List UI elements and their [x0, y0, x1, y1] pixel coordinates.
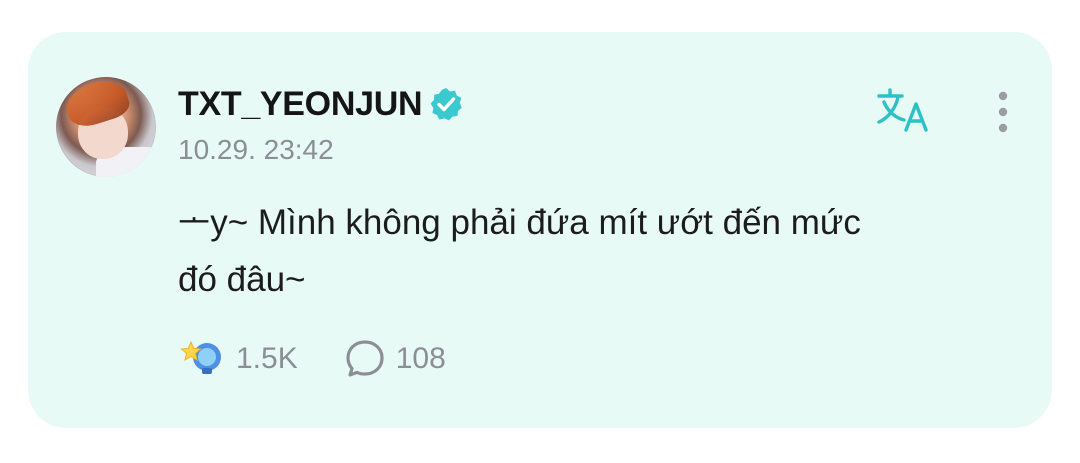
- comment-bubble-icon[interactable]: [344, 338, 386, 380]
- post-timestamp: 10.29. 23:42: [178, 134, 334, 165]
- post-body: ᅩy~ Mình không phải đứa mít ướt đến mức …: [178, 194, 998, 308]
- verified-badge-icon: [430, 88, 463, 121]
- post-body-line-1: ᅩy~ Mình không phải đứa mít ướt đến mức: [178, 203, 861, 242]
- reaction-count: 1.5K: [236, 342, 298, 375]
- star-light-reaction-icon[interactable]: [178, 336, 226, 382]
- translate-icon[interactable]: [876, 86, 936, 134]
- reaction-bar: 1.5K 108: [178, 334, 446, 384]
- comment-button[interactable]: 108: [344, 338, 446, 380]
- post-body-line-2: đó đâu~: [178, 260, 306, 299]
- more-vertical-icon[interactable]: [988, 90, 1018, 138]
- avatar[interactable]: [56, 77, 156, 177]
- username[interactable]: TXT_YEONJUN: [178, 85, 423, 124]
- comment-count: 108: [395, 342, 446, 375]
- post-card[interactable]: TXT_YEONJUN 10.29. 23:42 ᅩy~ Mình không …: [28, 32, 1052, 428]
- username-row: TXT_YEONJUN: [178, 84, 464, 124]
